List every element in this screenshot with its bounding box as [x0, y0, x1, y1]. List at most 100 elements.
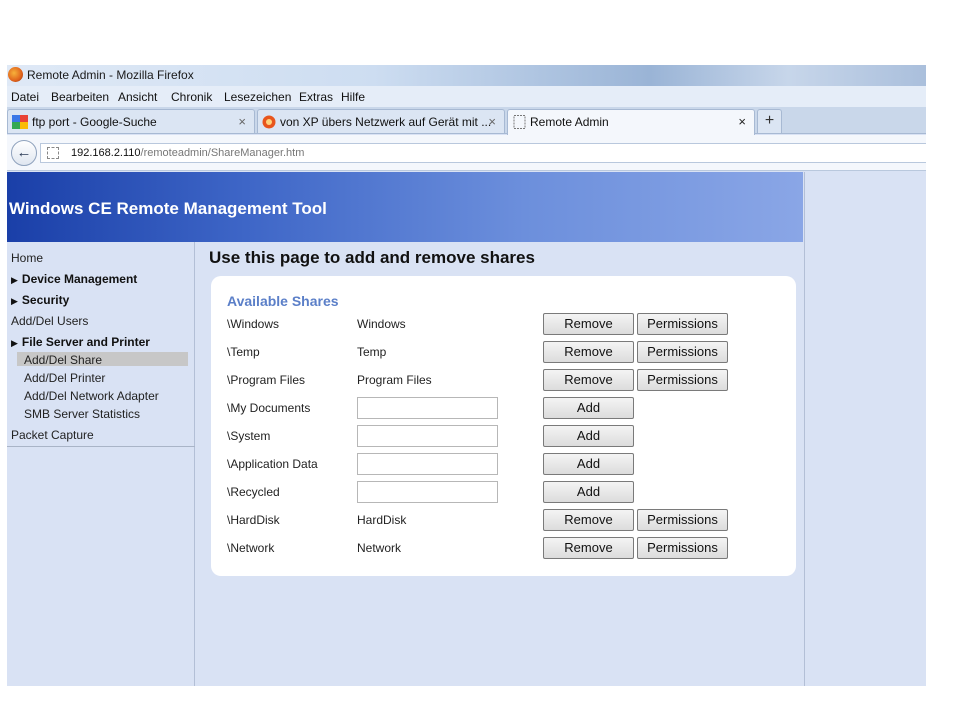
- menu-ansicht[interactable]: Ansicht: [118, 90, 157, 104]
- share-name-input[interactable]: [357, 453, 498, 475]
- sidebar-item-add-del-printer[interactable]: Add/Del Printer: [24, 371, 105, 385]
- tab-remote-admin[interactable]: Remote Admin ×: [507, 109, 755, 135]
- share-name-input[interactable]: [357, 397, 498, 419]
- page-title: Use this page to add and remove shares: [209, 248, 535, 267]
- tab-bar: ftp port - Google-Suche × von XP übers N…: [7, 107, 926, 135]
- header-banner: Windows CE Remote Management Tool: [7, 172, 803, 242]
- share-row: \Network Network Remove Permissions: [211, 537, 796, 561]
- sidebar-item-security[interactable]: ▶ Security: [11, 293, 69, 307]
- permissions-button[interactable]: Permissions: [637, 341, 728, 363]
- share-path: \Program Files: [227, 373, 306, 387]
- firefox-logo-icon: [8, 67, 23, 82]
- share-row: \My Documents Add: [211, 397, 796, 421]
- sidebar-item-device-management[interactable]: ▶ Device Management: [11, 272, 137, 286]
- share-row: \Recycled Add: [211, 481, 796, 505]
- share-path: \Temp: [227, 345, 260, 359]
- remove-button[interactable]: Remove: [543, 341, 634, 363]
- share-path: \Application Data: [227, 457, 318, 471]
- menu-extras[interactable]: Extras: [299, 90, 333, 104]
- share-name-input[interactable]: [357, 425, 498, 447]
- permissions-button[interactable]: Permissions: [637, 509, 728, 531]
- share-path: \System: [227, 429, 271, 443]
- close-icon[interactable]: ×: [488, 114, 496, 129]
- expand-triangle-icon: ▶: [11, 275, 18, 285]
- tab-label: von XP übers Netzwerk auf Gerät mit ...: [280, 115, 492, 129]
- card-title: Available Shares: [227, 293, 339, 309]
- sidebar-item-label: Security: [21, 293, 70, 307]
- share-path: \Windows: [227, 317, 280, 331]
- menu-datei[interactable]: Datei: [11, 90, 39, 104]
- add-button[interactable]: Add: [543, 397, 634, 419]
- add-button[interactable]: Add: [543, 425, 634, 447]
- close-icon[interactable]: ×: [238, 114, 246, 129]
- page-icon: [513, 115, 526, 129]
- back-button[interactable]: ←: [11, 140, 37, 166]
- share-row: \HardDisk HardDisk Remove Permissions: [211, 509, 796, 533]
- sidebar-item-smb-server-statistics[interactable]: SMB Server Statistics: [24, 407, 140, 421]
- back-arrow-icon: ←: [16, 144, 32, 161]
- share-path: \My Documents: [227, 401, 311, 415]
- share-name-value: Network: [357, 541, 402, 555]
- sidebar-item-add-del-users[interactable]: Add/Del Users: [11, 314, 88, 328]
- share-row: \System Add: [211, 425, 796, 449]
- remove-button[interactable]: Remove: [543, 369, 634, 391]
- tab-forum[interactable]: von XP übers Netzwerk auf Gerät mit ... …: [257, 109, 505, 133]
- share-path: \Network: [227, 541, 275, 555]
- share-name-value: HardDisk: [357, 513, 407, 527]
- share-name-input[interactable]: [357, 481, 498, 503]
- forum-icon: [262, 115, 276, 129]
- share-row: \Temp Temp Remove Permissions: [211, 341, 796, 365]
- tab-label: ftp port - Google-Suche: [32, 115, 157, 129]
- page-content: Windows CE Remote Management Tool Home ▶…: [7, 172, 926, 686]
- permissions-button[interactable]: Permissions: [637, 313, 728, 335]
- sidebar-item-file-server-printer[interactable]: ▶ File Server and Printer: [11, 335, 150, 349]
- close-icon[interactable]: ×: [738, 114, 746, 129]
- share-name-value: Program Files: [357, 373, 432, 387]
- sidebar-item-packet-capture[interactable]: Packet Capture: [11, 428, 94, 442]
- sidebar: Home ▶ Device Management ▶ Security Add/De…: [7, 242, 195, 686]
- url-text: 192.168.2.110/remoteadmin/ShareManager.h…: [71, 147, 304, 159]
- permissions-button[interactable]: Permissions: [637, 537, 728, 559]
- menu-chronik[interactable]: Chronik: [171, 90, 212, 104]
- google-icon: [12, 115, 28, 129]
- tab-google[interactable]: ftp port - Google-Suche ×: [7, 109, 255, 133]
- navigation-bar: ← 192.168.2.110/remoteadmin/ShareManager…: [7, 135, 926, 171]
- share-name-value: Temp: [357, 345, 387, 359]
- title-bar: Remote Admin - Mozilla Firefox: [7, 65, 926, 86]
- remove-button[interactable]: Remove: [543, 313, 634, 335]
- share-path: \HardDisk: [227, 513, 280, 527]
- sidebar-item-home[interactable]: Home: [11, 251, 43, 265]
- url-host: 192.168.2.110: [71, 147, 141, 159]
- sidebar-item-label: File Server and Printer: [21, 335, 150, 349]
- new-tab-button[interactable]: +: [757, 109, 782, 133]
- header-title: Windows CE Remote Management Tool: [9, 199, 327, 218]
- menu-bearbeiten[interactable]: Bearbeiten: [51, 90, 109, 104]
- address-bar[interactable]: 192.168.2.110/remoteadmin/ShareManager.h…: [40, 143, 926, 163]
- expand-triangle-icon: ▶: [11, 338, 18, 348]
- add-button[interactable]: Add: [543, 481, 634, 503]
- right-panel: [804, 172, 926, 686]
- expand-triangle-icon: ▶: [11, 296, 18, 306]
- share-row: \Application Data Add: [211, 453, 796, 477]
- sidebar-item-add-del-share[interactable]: Add/Del Share: [24, 353, 102, 367]
- sidebar-menu: Home ▶ Device Management ▶ Security Add/De…: [7, 242, 195, 447]
- remove-button[interactable]: Remove: [543, 537, 634, 559]
- share-row: \Windows Windows Remove Permissions: [211, 313, 796, 337]
- add-button[interactable]: Add: [543, 453, 634, 475]
- sidebar-item-label: Device Management: [21, 272, 138, 286]
- menu-lesezeichen[interactable]: Lesezeichen: [224, 90, 291, 104]
- browser-window: Remote Admin - Mozilla Firefox Datei Bea…: [7, 65, 926, 686]
- url-path: /remoteadmin/ShareManager.htm: [140, 147, 305, 159]
- share-name-value: Windows: [357, 317, 406, 331]
- permissions-button[interactable]: Permissions: [637, 369, 728, 391]
- window-title: Remote Admin - Mozilla Firefox: [27, 68, 194, 82]
- share-path: \Recycled: [227, 485, 280, 499]
- menu-hilfe[interactable]: Hilfe: [341, 90, 365, 104]
- site-identity-icon: [47, 147, 59, 159]
- menu-bar: Datei Bearbeiten Ansicht Chronik Lesezei…: [7, 86, 926, 107]
- sidebar-item-add-del-network-adapter[interactable]: Add/Del Network Adapter: [24, 389, 159, 403]
- tab-label: Remote Admin: [530, 115, 609, 129]
- shares-card: Available Shares \Windows Windows Remove Pe…: [211, 276, 796, 576]
- share-row: \Program Files Program Files Remove Permiss…: [211, 369, 796, 393]
- remove-button[interactable]: Remove: [543, 509, 634, 531]
